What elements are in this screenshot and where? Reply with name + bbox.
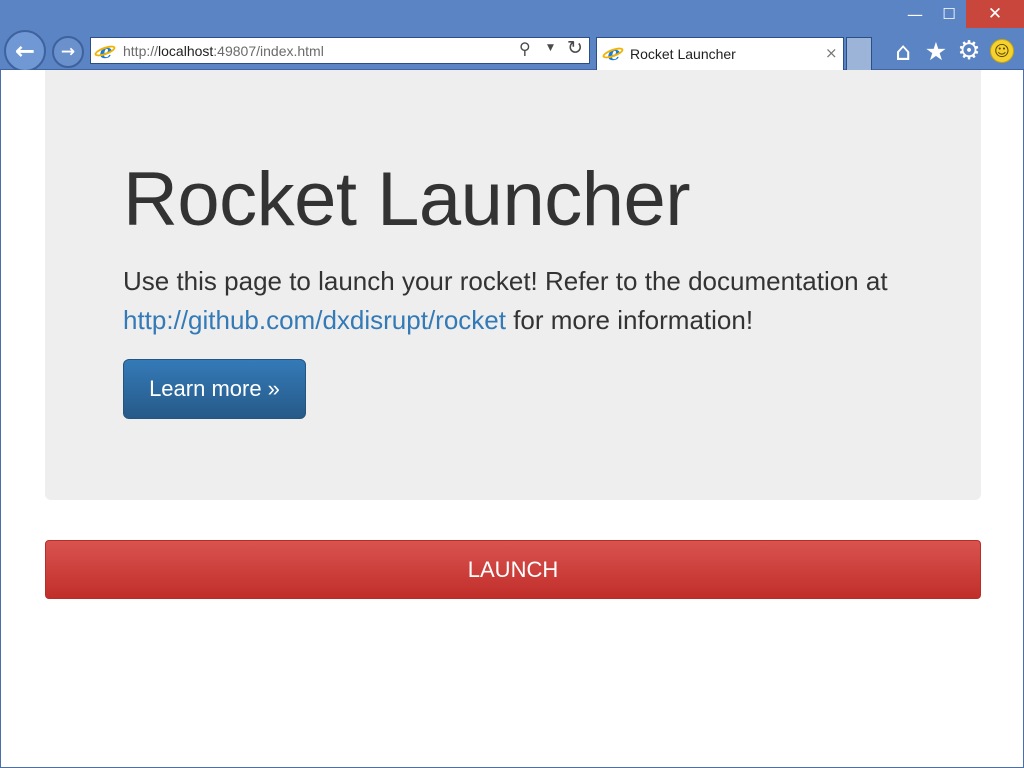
jumbotron: Rocket Launcher Use this page to launch … bbox=[45, 70, 981, 500]
description-text-after: for more information! bbox=[505, 305, 754, 335]
launch-button[interactable]: LAUNCH bbox=[45, 540, 981, 599]
refresh-icon[interactable]: ↻ bbox=[567, 37, 583, 59]
minimize-button[interactable]: — bbox=[898, 0, 932, 28]
url-scheme: http:// bbox=[123, 43, 159, 59]
maximize-button[interactable]: ☐ bbox=[932, 0, 966, 28]
maximize-icon: ☐ bbox=[942, 5, 956, 23]
gear-icon[interactable]: ⚙ bbox=[955, 36, 983, 66]
tab-rocket-launcher[interactable]: e Rocket Launcher × bbox=[596, 37, 844, 70]
favorites-star-icon[interactable]: ★ bbox=[922, 36, 950, 66]
dropdown-arrow-icon[interactable]: ▼ bbox=[547, 43, 554, 53]
address-bar[interactable]: e http://localhost:49807/index.html ⚲ ▼ … bbox=[90, 37, 590, 64]
search-icon[interactable]: ⚲ bbox=[519, 39, 531, 58]
ie-logo-icon: e bbox=[93, 39, 117, 63]
close-window-button[interactable]: ✕ bbox=[966, 0, 1024, 28]
home-icon[interactable]: ⌂ bbox=[889, 36, 917, 66]
back-arrow-icon: ← bbox=[14, 37, 36, 65]
tab-close-icon[interactable]: × bbox=[825, 44, 838, 62]
description-text-before: Use this page to launch your rocket! Ref… bbox=[123, 266, 888, 296]
url-host: localhost bbox=[158, 43, 214, 59]
documentation-link[interactable]: http://github.com/dxdisrupt/rocket bbox=[123, 305, 506, 335]
new-tab-button[interactable] bbox=[846, 37, 872, 70]
page-title: Rocket Launcher bbox=[123, 157, 691, 242]
page-viewport: Rocket Launcher Use this page to launch … bbox=[0, 70, 1024, 768]
minimize-icon: — bbox=[907, 4, 923, 24]
tab-favicon-icon: e bbox=[601, 41, 625, 65]
tab-title: Rocket Launcher bbox=[630, 46, 736, 62]
browser-chrome: — ☐ ✕ ← → e http://localhost:49807/index… bbox=[0, 0, 1024, 72]
forward-arrow-icon: → bbox=[60, 42, 76, 62]
page-description: Use this page to launch your rocket! Ref… bbox=[123, 262, 923, 340]
learn-more-button[interactable]: Learn more » bbox=[123, 359, 306, 419]
close-icon: ✕ bbox=[987, 4, 1003, 24]
url-text[interactable]: http://localhost:49807/index.html bbox=[123, 43, 324, 59]
forward-button[interactable]: → bbox=[52, 36, 84, 68]
url-path: :49807/index.html bbox=[213, 43, 324, 59]
smiley-feedback-icon[interactable]: ☺ bbox=[990, 39, 1014, 63]
back-button[interactable]: ← bbox=[4, 30, 46, 72]
